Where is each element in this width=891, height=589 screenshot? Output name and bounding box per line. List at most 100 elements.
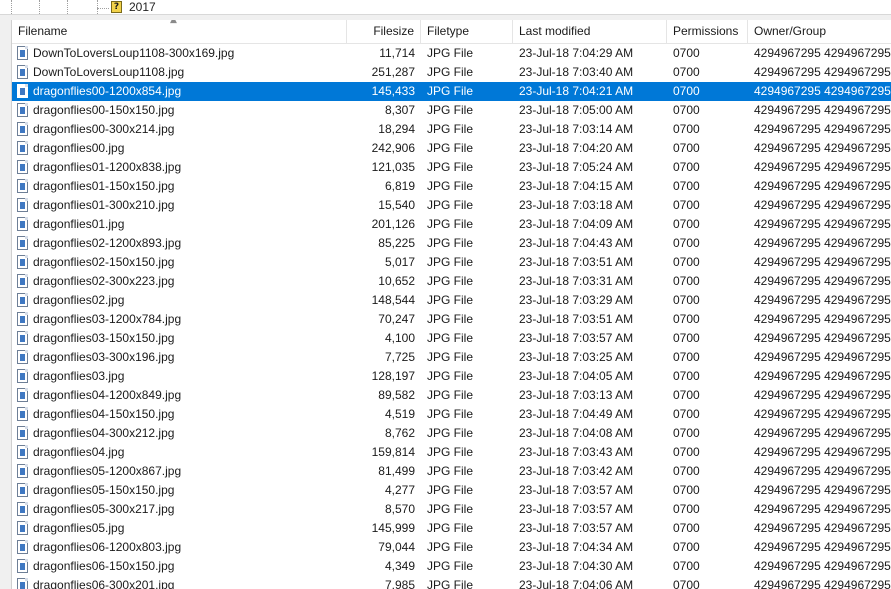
file-row[interactable]: DownToLoversLoup1108-300x169.jpg 11,714 JP… <box>12 44 891 63</box>
image-file-icon <box>17 198 28 212</box>
column-header-filesize[interactable]: Filesize <box>347 20 421 43</box>
file-size: 145,999 <box>371 521 415 535</box>
file-owner-group: 4294967295 4294967295 <box>754 198 891 212</box>
column-header-owner-group[interactable]: Owner/Group <box>748 20 891 43</box>
column-header-filetype[interactable]: Filetype <box>421 20 513 43</box>
file-size: 81,499 <box>378 464 415 478</box>
image-file-icon <box>17 217 28 231</box>
file-owner-group: 4294967295 4294967295 <box>754 388 891 402</box>
file-type: JPG File <box>427 578 474 589</box>
file-owner-group: 4294967295 4294967295 <box>754 483 891 497</box>
file-row[interactable]: dragonflies04-1200x849.jpg 89,582 JPG File… <box>12 386 891 405</box>
file-size: 8,570 <box>384 502 415 516</box>
file-permissions: 0700 <box>673 293 700 307</box>
file-row[interactable]: dragonflies03.jpg 128,197 JPG File 23-Jul-1… <box>12 367 891 386</box>
file-row[interactable]: dragonflies04-300x212.jpg 8,762 JPG File 23… <box>12 424 891 443</box>
file-permissions: 0700 <box>673 483 700 497</box>
file-permissions: 0700 <box>673 236 700 250</box>
file-row[interactable]: dragonflies05.jpg 145,999 JPG File 23-Jul-1… <box>12 519 891 538</box>
file-row[interactable]: dragonflies01.jpg 201,126 JPG File 23-Jul-1… <box>12 215 891 234</box>
file-name: dragonflies05-1200x867.jpg <box>33 464 182 478</box>
file-name: dragonflies00-150x150.jpg <box>33 103 175 117</box>
file-permissions: 0700 <box>673 179 700 193</box>
column-header-permissions-label: Permissions <box>673 24 739 38</box>
file-type: JPG File <box>427 293 474 307</box>
file-last-modified: 23-Jul-18 7:03:25 AM <box>519 350 634 364</box>
file-type: JPG File <box>427 65 474 79</box>
file-type: JPG File <box>427 103 474 117</box>
file-name: dragonflies04-150x150.jpg <box>33 407 175 421</box>
file-owner-group: 4294967295 4294967295 <box>754 502 891 516</box>
column-header-filename[interactable]: Filename <box>12 20 347 43</box>
image-file-icon <box>17 559 28 573</box>
file-row[interactable]: dragonflies00-150x150.jpg 8,307 JPG File 23… <box>12 101 891 120</box>
column-header-permissions[interactable]: Permissions <box>667 20 748 43</box>
file-permissions: 0700 <box>673 65 700 79</box>
file-owner-group: 4294967295 4294967295 <box>754 255 891 269</box>
image-file-icon <box>17 388 28 402</box>
file-owner-group: 4294967295 4294967295 <box>754 46 891 60</box>
file-row[interactable]: dragonflies02-150x150.jpg 5,017 JPG File 23… <box>12 253 891 272</box>
file-row[interactable]: dragonflies04.jpg 159,814 JPG File 23-Jul-1… <box>12 443 891 462</box>
image-file-icon <box>17 179 28 193</box>
image-file-icon <box>17 84 28 98</box>
file-row[interactable]: dragonflies00.jpg 242,906 JPG File 23-Jul-1… <box>12 139 891 158</box>
file-type: JPG File <box>427 483 474 497</box>
file-last-modified: 23-Jul-18 7:03:57 AM <box>519 483 634 497</box>
file-row[interactable]: dragonflies02-1200x893.jpg 85,225 JPG File… <box>12 234 891 253</box>
file-row[interactable]: dragonflies00-300x214.jpg 18,294 JPG File 2… <box>12 120 891 139</box>
file-owner-group: 4294967295 4294967295 <box>754 141 891 155</box>
file-size: 121,035 <box>371 160 415 174</box>
file-name: dragonflies04-1200x849.jpg <box>33 388 182 402</box>
file-row[interactable]: dragonflies01-150x150.jpg 6,819 JPG File 23… <box>12 177 891 196</box>
file-type: JPG File <box>427 331 474 345</box>
file-row[interactable]: DownToLoversLoup1108.jpg 251,287 JPG File 2… <box>12 63 891 82</box>
file-row[interactable]: dragonflies02.jpg 148,544 JPG File 23-Jul-1… <box>12 291 891 310</box>
file-name: dragonflies02-300x223.jpg <box>33 274 175 288</box>
file-row[interactable]: dragonflies06-150x150.jpg 4,349 JPG File 23… <box>12 557 891 576</box>
file-last-modified: 23-Jul-18 7:04:21 AM <box>519 84 634 98</box>
file-last-modified: 23-Jul-18 7:03:57 AM <box>519 502 634 516</box>
file-size: 7,725 <box>384 350 415 364</box>
file-owner-group: 4294967295 4294967295 <box>754 160 891 174</box>
file-row[interactable]: dragonflies01-1200x838.jpg 121,035 JPG Fil… <box>12 158 891 177</box>
column-header-last-modified[interactable]: Last modified <box>513 20 667 43</box>
file-row[interactable]: dragonflies01-300x210.jpg 15,540 JPG File 2… <box>12 196 891 215</box>
file-owner-group: 4294967295 4294967295 <box>754 274 891 288</box>
file-permissions: 0700 <box>673 331 700 345</box>
file-row[interactable]: dragonflies03-300x196.jpg 7,725 JPG File 23… <box>12 348 891 367</box>
image-file-icon <box>17 122 28 136</box>
file-permissions: 0700 <box>673 122 700 136</box>
remote-file-list[interactable]: Filename ▲ Filesize Filetype Last modifi… <box>12 20 891 589</box>
file-permissions: 0700 <box>673 160 700 174</box>
file-last-modified: 23-Jul-18 7:04:08 AM <box>519 426 634 440</box>
file-owner-group: 4294967295 4294967295 <box>754 217 891 231</box>
file-size: 159,814 <box>371 445 415 459</box>
file-size: 5,017 <box>384 255 415 269</box>
file-last-modified: 23-Jul-18 7:03:43 AM <box>519 445 634 459</box>
file-row[interactable]: dragonflies05-300x217.jpg 8,570 JPG File 23… <box>12 500 891 519</box>
file-row[interactable]: dragonflies03-150x150.jpg 4,100 JPG File 23… <box>12 329 891 348</box>
file-type: JPG File <box>427 388 474 402</box>
file-row[interactable]: dragonflies02-300x223.jpg 10,652 JPG File 2… <box>12 272 891 291</box>
file-row[interactable]: dragonflies00-1200x854.jpg 145,433 JPG Fil… <box>12 82 891 101</box>
file-last-modified: 23-Jul-18 7:03:57 AM <box>519 521 634 535</box>
file-name: dragonflies05-150x150.jpg <box>33 483 175 497</box>
tree-node-2017[interactable]: 2017 <box>129 1 156 14</box>
file-row[interactable]: dragonflies06-300x201.jpg 7,985 JPG File 23… <box>12 576 891 589</box>
file-owner-group: 4294967295 4294967295 <box>754 312 891 326</box>
tree-branch-line <box>97 8 109 10</box>
file-row[interactable]: dragonflies06-1200x803.jpg 79,044 JPG File… <box>12 538 891 557</box>
file-size: 145,433 <box>371 84 415 98</box>
file-type: JPG File <box>427 540 474 554</box>
file-last-modified: 23-Jul-18 7:04:29 AM <box>519 46 634 60</box>
column-header-filetype-label: Filetype <box>427 24 470 38</box>
file-row[interactable]: dragonflies04-150x150.jpg 4,519 JPG File 23… <box>12 405 891 424</box>
file-name: dragonflies01-150x150.jpg <box>33 179 175 193</box>
file-last-modified: 23-Jul-18 7:03:31 AM <box>519 274 634 288</box>
file-row[interactable]: dragonflies05-150x150.jpg 4,277 JPG File 23… <box>12 481 891 500</box>
file-type: JPG File <box>427 426 474 440</box>
file-row[interactable]: dragonflies03-1200x784.jpg 70,247 JPG File… <box>12 310 891 329</box>
file-permissions: 0700 <box>673 274 700 288</box>
file-row[interactable]: dragonflies05-1200x867.jpg 81,499 JPG File… <box>12 462 891 481</box>
